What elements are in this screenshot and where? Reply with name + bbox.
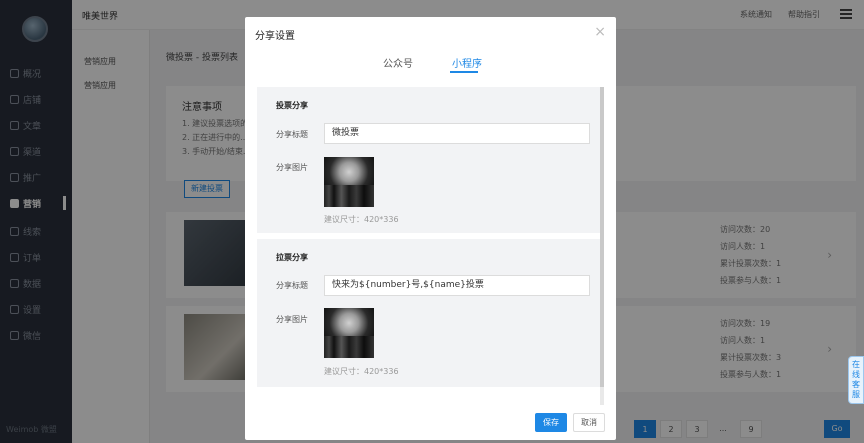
scrollbar-thumb[interactable]	[600, 87, 604, 387]
dialog-title: 分享设置	[255, 31, 295, 42]
share-settings-dialog: 分享设置 × 公众号 小程序 投票分享 分享标题 微投票 分享图片 建议尺寸：4…	[245, 17, 616, 440]
vote-share-title: 投票分享	[276, 101, 308, 110]
close-icon[interactable]: ×	[594, 23, 606, 41]
share-title-label: 分享标题	[276, 281, 308, 290]
vote-share-title-input[interactable]: 微投票	[324, 123, 590, 144]
cancel-button[interactable]: 取消	[573, 413, 605, 432]
online-service-button[interactable]: 在线客服	[848, 356, 864, 404]
size-hint: 建议尺寸：420*336	[324, 367, 399, 376]
canvass-share-title: 拉票分享	[276, 253, 308, 262]
share-image-label: 分享图片	[276, 163, 308, 172]
share-image-label: 分享图片	[276, 315, 308, 324]
scrollbar[interactable]	[600, 87, 604, 405]
tab-official-account[interactable]: 公众号	[383, 55, 413, 70]
size-hint: 建议尺寸：420*336	[324, 215, 399, 224]
share-title-label: 分享标题	[276, 130, 308, 139]
canvass-share-title-input[interactable]: 快来为${number}号,${name}投票	[324, 275, 590, 296]
active-tab-indicator	[450, 71, 478, 73]
vote-share-image[interactable]	[324, 157, 374, 207]
canvass-share-image[interactable]	[324, 308, 374, 358]
vote-share-panel: 投票分享 分享标题 微投票 分享图片 建议尺寸：420*336	[257, 87, 600, 233]
share-settings-scroll[interactable]: 投票分享 分享标题 微投票 分享图片 建议尺寸：420*336 拉票分享 分享标…	[257, 87, 604, 405]
save-button[interactable]: 保存	[535, 413, 567, 432]
online-service-label: 在线客服	[852, 360, 860, 399]
tab-mini-program[interactable]: 小程序	[452, 55, 482, 70]
canvass-share-panel: 拉票分享 分享标题 快来为${number}号,${name}投票 分享图片 建…	[257, 239, 600, 387]
